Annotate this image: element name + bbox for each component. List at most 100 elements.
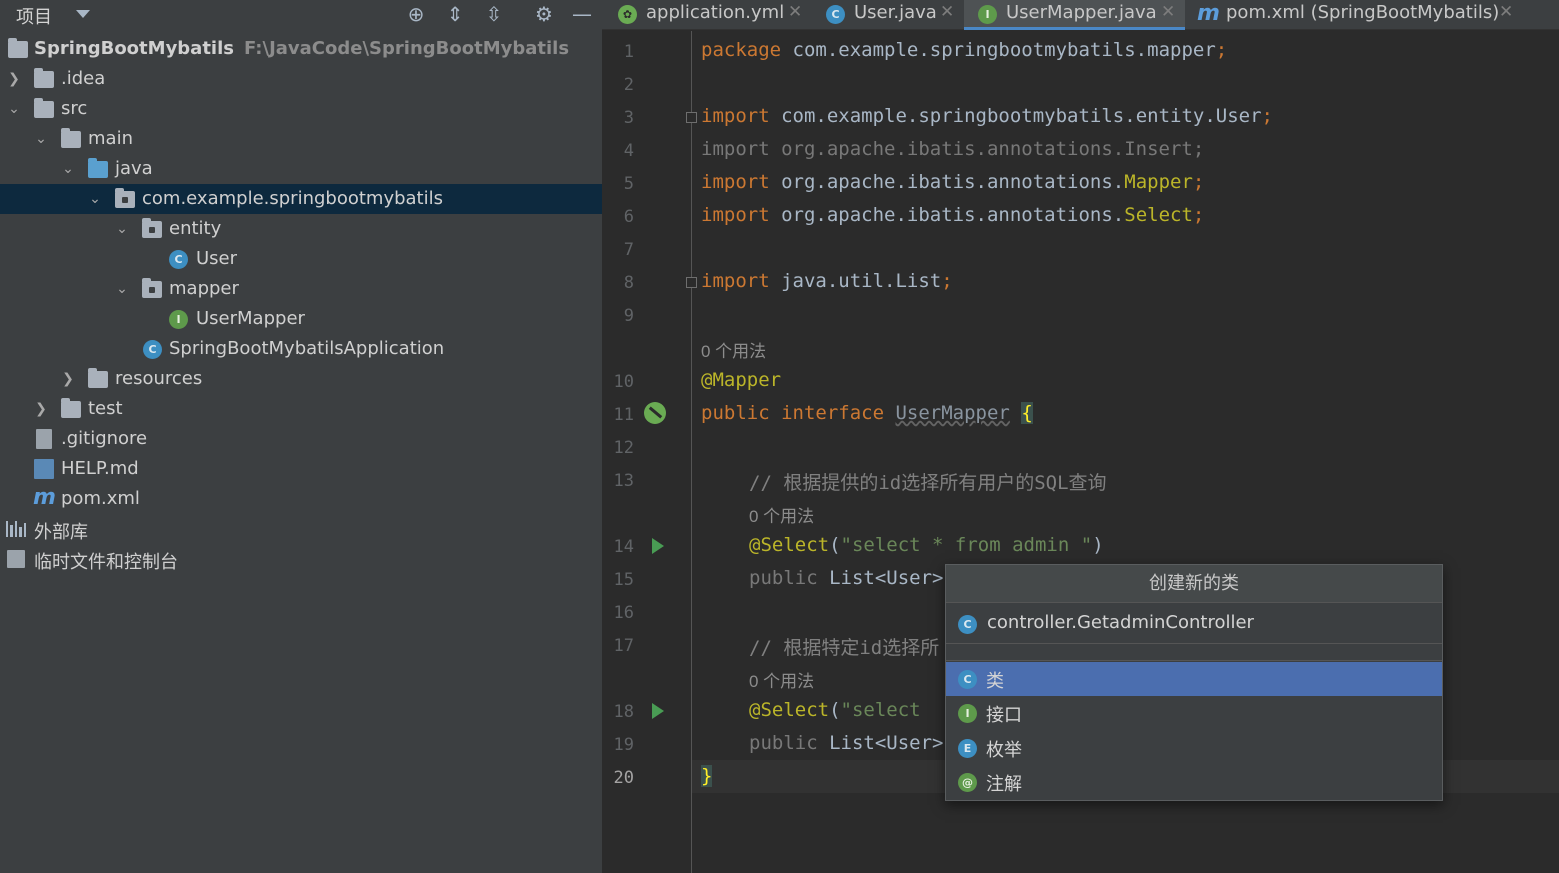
option-class[interactable]: C 类 [946, 662, 1442, 696]
tree-item-label: main [88, 128, 133, 149]
tab-label: User.java [854, 2, 937, 23]
folder-icon [34, 98, 54, 118]
option-label: 注解 [986, 774, 1022, 795]
chevron-down-icon[interactable]: ⌄ [87, 184, 103, 214]
minimize-icon[interactable]: — [570, 2, 594, 26]
tree-item-resources[interactable]: ❯ resources [0, 364, 602, 394]
tree-item-external-libraries[interactable]: 外部库 [0, 514, 602, 544]
chevron-right-icon[interactable]: ❯ [33, 394, 49, 424]
tree-item-label: 临时文件和控制台 [34, 552, 178, 573]
tree-item-main[interactable]: ⌄ main [0, 124, 602, 154]
tree-item-mapper[interactable]: ⌄ mapper [0, 274, 602, 304]
code-line-17: // 根据特定id选择所 [749, 637, 940, 659]
chevron-down-icon[interactable]: ⌄ [114, 274, 130, 304]
class-name-input-value[interactable]: controller.GetadminController [987, 612, 1254, 633]
package-icon [142, 278, 162, 298]
tree-item-idea[interactable]: ❯ .idea [0, 64, 602, 94]
usage-hint[interactable]: 0 个用法 [749, 667, 814, 692]
tree-item-label: UserMapper [196, 308, 305, 329]
tree-item-src[interactable]: ⌄ src [0, 94, 602, 124]
run-gutter-icon[interactable] [652, 538, 664, 554]
chevron-down-icon[interactable]: ⌄ [114, 214, 130, 244]
code-line-5: import org.apache.ibatis.annotations.Map… [701, 171, 1205, 193]
tree-item-pom[interactable]: m pom.xml [0, 484, 602, 514]
crosshair-icon[interactable]: ⊕ [404, 2, 428, 26]
chevron-right-icon[interactable]: ❯ [6, 64, 22, 94]
code-line-11: public interface UserMapper { [701, 402, 1033, 424]
maven-file-icon: m [1197, 1, 1220, 26]
tab-application-yml[interactable]: ✿ application.yml ✕ [602, 0, 812, 30]
tree-item-test[interactable]: ❯ test [0, 394, 602, 424]
run-gutter-icon[interactable] [652, 703, 664, 719]
line-number: 15 [613, 570, 634, 590]
gutter-divider [691, 31, 692, 873]
chevron-down-icon[interactable]: ⌄ [6, 94, 22, 124]
close-icon[interactable]: ✕ [940, 2, 954, 22]
chevron-down-icon[interactable]: ⌄ [33, 124, 49, 154]
tree-item-project-root[interactable]: SpringBootMybatils F:\JavaCode\SpringBoot… [0, 34, 602, 64]
tree-item-package-root[interactable]: ⌄ com.example.springbootmybatils [0, 184, 602, 214]
line-number: 13 [613, 471, 634, 491]
project-panel-title[interactable]: 项目 [16, 3, 52, 29]
option-interface[interactable]: I 接口 [946, 696, 1442, 730]
chevron-down-icon[interactable] [76, 10, 90, 18]
tree-item-label: entity [169, 218, 222, 239]
tree-item-label: SpringBootMybatils [34, 38, 234, 59]
create-class-popup: 创建新的类 C controller.GetadminController C … [945, 564, 1443, 801]
tree-item-label: pom.xml [61, 488, 140, 509]
scratches-icon [7, 550, 25, 568]
chevron-right-icon[interactable]: ❯ [60, 364, 76, 394]
tree-item-application[interactable]: C SpringBootMybatilsApplication [0, 334, 602, 364]
close-icon[interactable]: ✕ [1499, 2, 1513, 22]
code-line-4: import org.apache.ibatis.annotations.Ins… [701, 138, 1205, 160]
tree-item-scratches[interactable]: 临时文件和控制台 [0, 544, 602, 574]
fold-marker-icon[interactable] [686, 277, 697, 288]
code-line-1: package com.example.springbootmybatils.m… [701, 39, 1228, 61]
libraries-icon [6, 520, 27, 537]
tree-item-help-md[interactable]: HELP.md [0, 454, 602, 484]
gear-icon[interactable]: ⚙ [532, 2, 556, 26]
tab-pom-xml[interactable]: m pom.xml (SpringBootMybatils) ✕ [1185, 0, 1515, 30]
line-number: 5 [623, 174, 634, 194]
close-icon[interactable]: ✕ [1161, 2, 1175, 22]
expand-all-icon[interactable]: ⇕ [443, 2, 467, 26]
line-number: 14 [613, 537, 634, 557]
fold-marker-icon[interactable] [686, 112, 697, 123]
code-line-6: import org.apache.ibatis.annotations.Sel… [701, 204, 1205, 226]
tab-label: pom.xml (SpringBootMybatils) [1226, 2, 1500, 23]
tab-usermapper-java[interactable]: I UserMapper.java ✕ [964, 0, 1185, 30]
close-icon[interactable]: ✕ [788, 2, 802, 22]
line-number: 7 [623, 240, 634, 260]
option-annotation[interactable]: @ 注解 [946, 765, 1442, 799]
chevron-down-icon[interactable]: ⌄ [60, 154, 76, 184]
interface-icon: I [169, 310, 188, 329]
usage-hint[interactable]: 0 个用法 [701, 337, 766, 362]
tree-item-label: src [61, 98, 88, 119]
package-icon [142, 218, 162, 238]
tree-item-label: 外部库 [34, 522, 88, 543]
class-icon: C [169, 250, 188, 269]
project-panel-header: 项目 ⊕ ⇕ ⇳ ⚙ — [0, 0, 602, 30]
tab-label: UserMapper.java [1006, 2, 1157, 23]
line-number: 1 [623, 42, 634, 62]
tree-item-label: com.example.springbootmybatils [142, 188, 443, 209]
spring-bean-icon[interactable] [644, 402, 666, 424]
tree-item-usermapper[interactable]: I UserMapper [0, 304, 602, 334]
usage-hint[interactable]: 0 个用法 [749, 502, 814, 527]
tree-item-java[interactable]: ⌄ java [0, 154, 602, 184]
line-number: 6 [623, 207, 634, 227]
source-folder-icon [88, 158, 108, 178]
tree-item-gitignore[interactable]: .gitignore [0, 424, 602, 454]
option-enum[interactable]: E 枚举 [946, 731, 1442, 765]
line-number: 18 [613, 702, 634, 722]
tree-item-label: SpringBootMybatilsApplication [169, 338, 445, 359]
code-line-3: import com.example.springbootmybatils.en… [701, 105, 1273, 127]
tree-item-entity[interactable]: ⌄ entity [0, 214, 602, 244]
maven-file-icon: m [33, 485, 56, 510]
class-name-input[interactable]: C controller.GetadminController [946, 604, 1442, 644]
folder-icon [61, 398, 81, 418]
resources-folder-icon [88, 368, 108, 388]
tree-item-user[interactable]: C User [0, 244, 602, 274]
tab-user-java[interactable]: C User.java ✕ [812, 0, 964, 30]
collapse-all-icon[interactable]: ⇳ [482, 2, 506, 26]
